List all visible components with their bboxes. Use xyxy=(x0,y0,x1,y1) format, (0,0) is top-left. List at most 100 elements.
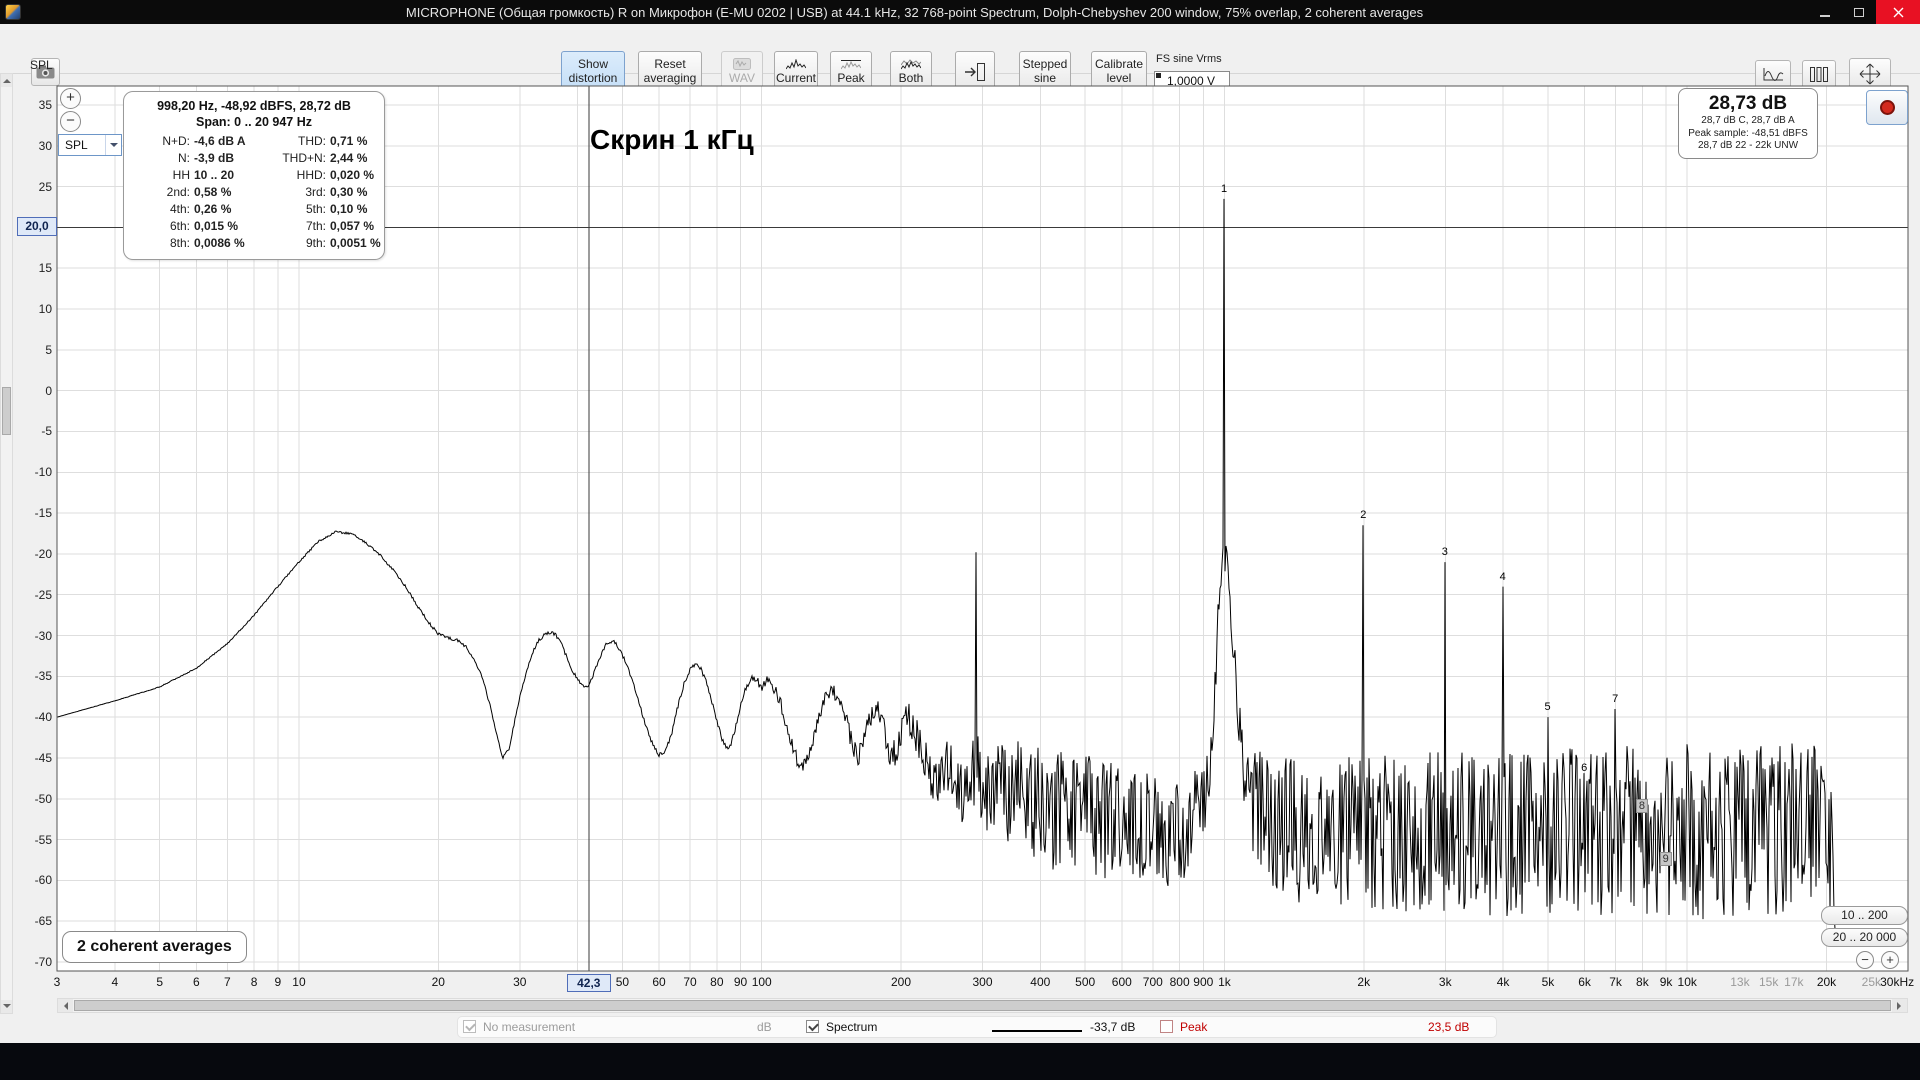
x-tick-label: 6k xyxy=(1578,975,1591,989)
distortion-row-value: 0,58 % xyxy=(194,185,232,199)
distortion-row-value: 0,26 % xyxy=(194,202,232,216)
vertical-scrollbar[interactable] xyxy=(0,73,13,1014)
x-tick-label: 20k xyxy=(1816,975,1837,989)
x-tick-label: 10 xyxy=(292,975,306,989)
record-button[interactable] xyxy=(1866,90,1908,125)
chevron-down-icon xyxy=(105,135,121,155)
plot-title: Скрин 1 кГц xyxy=(590,124,754,155)
x-tick-label: 90 xyxy=(733,975,748,989)
distortion-row-label: HHD: xyxy=(296,168,326,182)
x-tick-label: 15k xyxy=(1759,975,1779,989)
harmonic-marker-8: 8 xyxy=(1635,799,1649,814)
distortion-row-label: HH xyxy=(172,168,190,182)
x-tick-label: 13k xyxy=(1730,975,1750,989)
distortion-row-value: -4,6 dB A xyxy=(194,134,246,148)
averages-badge: 2 coherent averages xyxy=(62,931,247,963)
horizontal-scrollbar-thumb[interactable] xyxy=(74,1000,1891,1011)
scroll-left-arrow[interactable] xyxy=(58,999,73,1012)
harmonic-marker-4: 4 xyxy=(1499,570,1506,583)
harmonic-marker-3: 3 xyxy=(1441,546,1448,559)
y-scale-combo-value: SPL xyxy=(65,138,88,152)
distortion-row-value: 0,057 % xyxy=(330,219,375,233)
distortion-row-label: 7th: xyxy=(305,219,326,233)
y-zoom-out-button[interactable]: − xyxy=(60,111,81,132)
no-measurement-checkbox[interactable] xyxy=(463,1020,476,1033)
scroll-down-arrow[interactable] xyxy=(1,1000,12,1013)
x-tick-label: 30 xyxy=(513,975,527,989)
x-tick-label: 900 xyxy=(1193,975,1214,989)
x-tick-label: 25k xyxy=(1861,975,1882,989)
x-tick-label: 7 xyxy=(223,975,231,989)
distortion-row-value: 0,0086 % xyxy=(194,236,245,250)
distortion-row-label: 8th: xyxy=(169,236,190,250)
distortion-row-label: 6th: xyxy=(169,219,190,233)
x-tick-label: 200 xyxy=(890,975,912,989)
distortion-row-value: 10 .. 20 xyxy=(194,168,235,182)
cursor-measurement-line: 998,20 Hz, -48,92 dBFS, 28,72 dB xyxy=(157,99,351,113)
frequency-cursor-readout[interactable]: 42,3 xyxy=(566,974,611,992)
y-axis-title: SPL xyxy=(30,58,53,72)
harmonic-marker-1: 1 xyxy=(1220,182,1228,195)
y-zoom-in-button[interactable]: + xyxy=(60,88,81,109)
x-tick-label: 500 xyxy=(1075,975,1096,989)
bottom-dark-strip xyxy=(0,1043,1920,1080)
x-tick-label: 3 xyxy=(53,975,61,989)
x-tick-label: 9 xyxy=(274,975,282,989)
scroll-right-arrow[interactable] xyxy=(1892,999,1907,1012)
x-tick-label: 2k xyxy=(1357,975,1371,989)
spectrum-checkbox[interactable] xyxy=(806,1020,819,1033)
peak-level-value: 23,5 dB xyxy=(1428,1020,1470,1034)
distortion-row-value: 0,020 % xyxy=(330,168,375,182)
x-tick-label: 9k xyxy=(1659,975,1673,989)
distortion-row-value: 0,71 % xyxy=(330,134,368,148)
range-20-20000-button[interactable]: 20 .. 20 000 xyxy=(1821,928,1908,947)
distortion-row-value: 2,44 % xyxy=(330,151,368,165)
distortion-row-value: 0,015 % xyxy=(194,219,239,233)
x-tick-label: 10k xyxy=(1677,975,1697,989)
x-tick-label: 60 xyxy=(652,975,666,989)
status-panel xyxy=(457,1016,1497,1038)
spectrum-level-value: -33,7 dB xyxy=(1090,1020,1136,1034)
x-zoom-in-button[interactable]: + xyxy=(1881,951,1899,969)
scroll-up-arrow[interactable] xyxy=(1,74,12,87)
app-window: MICROPHONE (Общая громкость) R on Микроф… xyxy=(0,0,1920,1080)
horizontal-scrollbar[interactable] xyxy=(57,998,1908,1013)
range-10-200-button[interactable]: 10 .. 200 xyxy=(1821,906,1908,925)
x-tick-label: 7k xyxy=(1609,975,1622,989)
harmonic-marker-6: 6 xyxy=(1581,762,1588,775)
peak-checkbox[interactable] xyxy=(1160,1020,1173,1033)
x-zoom-out-button[interactable]: − xyxy=(1856,951,1874,969)
level-readout-weighted: 28,7 dB C, 28,7 dB A xyxy=(1701,115,1795,126)
x-tick-label: 600 xyxy=(1111,975,1132,989)
distortion-row-value: -3,9 dB xyxy=(194,151,235,165)
x-tick-label: 30kHz xyxy=(1880,975,1915,989)
x-tick-label: 4 xyxy=(111,975,119,989)
level-readout-main: 28,73 dB xyxy=(1708,93,1788,114)
distortion-row-value: 0,30 % xyxy=(330,185,368,199)
x-tick-label: 1k xyxy=(1218,975,1231,989)
distortion-row-label: 2nd: xyxy=(166,185,190,199)
x-tick-label: 5k xyxy=(1541,975,1555,989)
spectrum-trace-swatch xyxy=(992,1030,1082,1032)
level-cursor-readout[interactable]: 20,0 xyxy=(17,217,57,237)
distortion-row-label: THD+N: xyxy=(282,151,326,165)
level-readout-band: 28,7 dB 22 - 22k UNW xyxy=(1697,140,1799,151)
x-tick-label: 8k xyxy=(1636,975,1649,989)
distortion-row-value: 0,0051 % xyxy=(330,236,381,250)
harmonic-marker-2: 2 xyxy=(1360,509,1367,522)
harmonic-marker-9: 9 xyxy=(1659,852,1672,867)
vertical-scrollbar-thumb[interactable] xyxy=(2,387,11,435)
x-tick-label: 100 xyxy=(751,975,772,989)
x-tick-label: 300 xyxy=(972,975,993,989)
distortion-row-label: 9th: xyxy=(305,236,326,250)
db-unit-label: dB xyxy=(757,1020,772,1034)
x-tick-label: 6 xyxy=(192,975,200,989)
x-tick-label: 50 xyxy=(615,975,630,989)
y-scale-combo[interactable]: SPL xyxy=(58,134,122,156)
spectrum-label: Spectrum xyxy=(826,1020,878,1034)
level-readout-peak-sample: Peak sample: -48,51 dBFS xyxy=(1688,127,1808,139)
distortion-row-label: N+D: xyxy=(162,134,190,148)
no-measurement-label: No measurement xyxy=(483,1020,576,1034)
harmonic-marker-5: 5 xyxy=(1544,701,1551,714)
x-tick-label: 400 xyxy=(1030,975,1051,989)
